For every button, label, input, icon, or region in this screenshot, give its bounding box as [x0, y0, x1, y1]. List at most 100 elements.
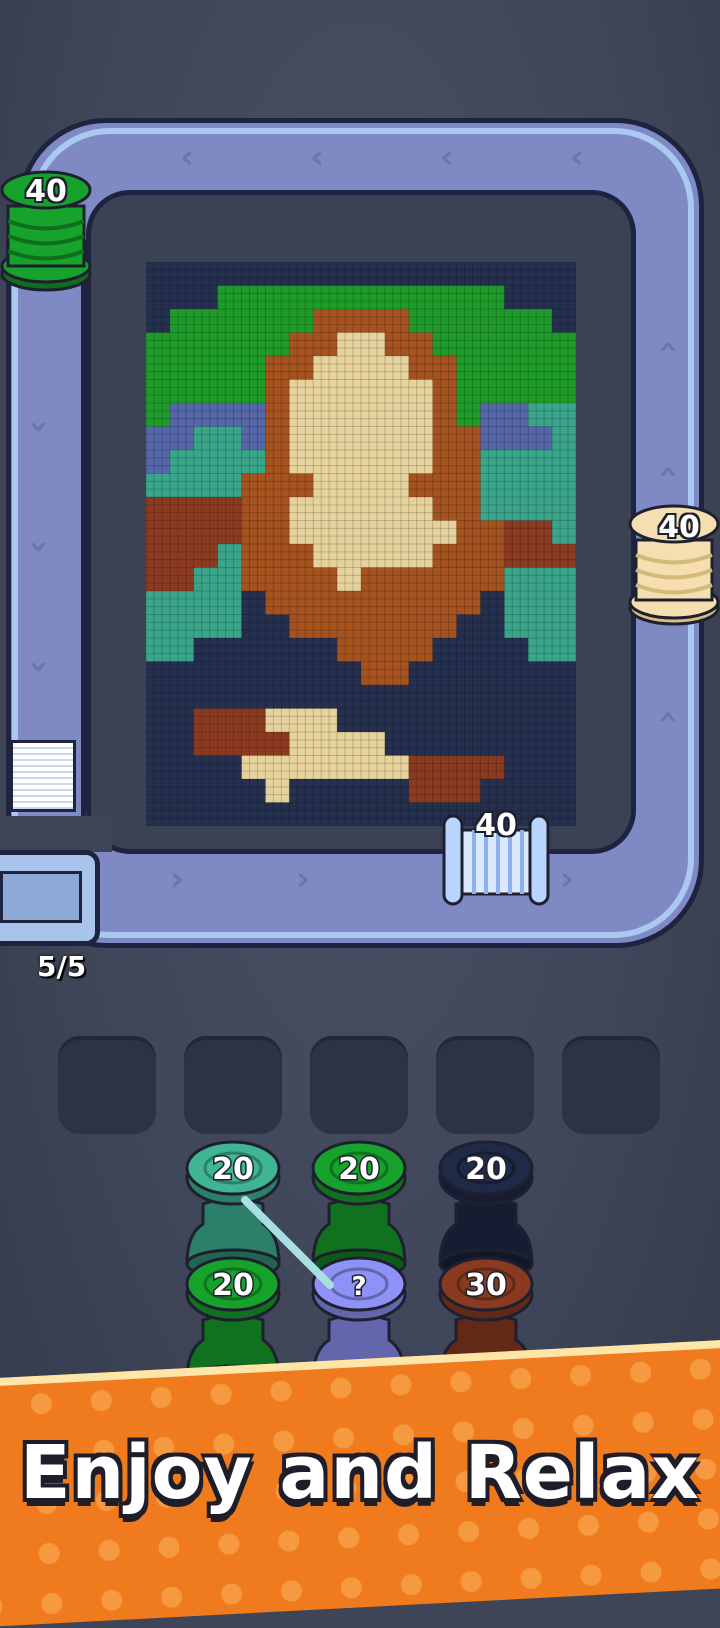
stitch-cell: [217, 309, 243, 333]
stitch-cell: [146, 520, 171, 545]
conveyor-spool[interactable]: 40: [628, 500, 720, 630]
chevron-left-icon: ‹: [310, 137, 325, 177]
stitch-cell: [146, 755, 171, 780]
stitch-cell: [384, 732, 410, 756]
stitch-cell: [552, 591, 576, 615]
stitch-cell: [504, 473, 529, 498]
stitch-cell: [384, 685, 410, 709]
stitch-cell: [528, 497, 553, 521]
stitch-cell: [146, 567, 171, 592]
spool-count: 40: [475, 808, 517, 843]
stitch-cell: [146, 614, 171, 639]
stitch-cell: [480, 262, 505, 286]
stitch-cell: [528, 450, 553, 474]
stitch-cell: [384, 544, 410, 568]
stitch-cell: [337, 473, 362, 498]
stitch-cell: [480, 755, 505, 780]
stitch-cell: [432, 755, 458, 780]
stitch-cell: [265, 379, 290, 404]
stitch-cell: [432, 614, 458, 639]
stitch-cell: [456, 732, 481, 756]
stitch-cell: [241, 520, 266, 545]
stitch-cell: [146, 638, 171, 662]
stitch-cell: [480, 779, 505, 803]
empty-spool-stack: [10, 740, 76, 812]
stitch-cell: [289, 755, 314, 780]
stitch-cell: [456, 661, 481, 686]
stitch-cell: [408, 661, 434, 686]
stitch-cell: [313, 379, 338, 404]
stitch-cell: [456, 614, 481, 639]
stitch-cell: [480, 685, 505, 709]
stitch-cell: [408, 262, 434, 286]
stitch-cell: [337, 591, 362, 615]
conveyor-spool[interactable]: 40: [0, 166, 92, 296]
stitch-cell: [169, 426, 195, 451]
stitch-cell: [384, 567, 410, 592]
stitch-cell: [337, 332, 362, 357]
stitch-picture: [146, 262, 576, 826]
stitch-cell: [241, 426, 266, 451]
stitch-cell: [432, 403, 458, 427]
conveyor-spool[interactable]: 40: [440, 808, 552, 908]
stitch-cell: [552, 685, 576, 709]
stitch-cell: [313, 661, 338, 686]
stitch-cell: [361, 802, 386, 826]
stitch-cell: [552, 332, 576, 357]
stitch-cell: [480, 567, 505, 592]
spool-count: 40: [658, 510, 700, 545]
stitch-cell: [432, 426, 458, 451]
stitch-cell: [480, 473, 505, 498]
stitch-cell: [193, 450, 219, 474]
stitch-cell: [480, 591, 505, 615]
stitch-cell: [408, 708, 434, 733]
stitch-cell: [193, 403, 219, 427]
stitch-cell: [552, 779, 576, 803]
stitch-cell: [313, 403, 338, 427]
stitch-cell: [504, 732, 529, 756]
spool-dock[interactable]: [0, 850, 100, 946]
stitch-cell: [456, 544, 481, 568]
stitch-cell: [313, 638, 338, 662]
stitch-cell: [408, 332, 434, 357]
chevron-right-icon: ›: [170, 859, 185, 899]
grid-spool-count: 20: [212, 1268, 254, 1303]
stitch-cell: [408, 285, 434, 310]
stitch-cell: [432, 661, 458, 686]
stitch-cell: [265, 332, 290, 357]
stitch-cell: [408, 638, 434, 662]
stitch-cell: [313, 755, 338, 780]
stitch-cell: [146, 732, 171, 756]
stitch-cell: [217, 356, 243, 380]
chevron-down-icon: ‹: [17, 539, 58, 555]
stitch-cell: [337, 497, 362, 521]
stitch-cell: [193, 638, 219, 662]
stitch-cell: [193, 732, 219, 756]
stitch-cell: [217, 708, 243, 733]
stitch-cell: [265, 802, 290, 826]
stitch-cell: [408, 779, 434, 803]
stitch-cell: [241, 638, 266, 662]
stitch-cell: [289, 779, 314, 803]
stitch-cell: [432, 567, 458, 592]
stitch-cell: [241, 755, 266, 780]
stitch-cell: [289, 426, 314, 451]
stitch-cell: [289, 450, 314, 474]
stitch-cell: [528, 685, 553, 709]
stitch-cell: [552, 755, 576, 780]
stitch-cell: [313, 802, 338, 826]
stitch-cell: [432, 591, 458, 615]
stitch-cell: [337, 450, 362, 474]
stitch-cell: [480, 309, 505, 333]
chevron-left-icon: ‹: [570, 137, 585, 177]
stitch-cell: [193, 661, 219, 686]
stitch-cell: [241, 544, 266, 568]
stitch-cell: [384, 591, 410, 615]
stitch-cell: [146, 661, 171, 686]
stitch-cell: [384, 520, 410, 545]
chevron-right-icon: ›: [296, 859, 311, 899]
stitch-cell: [241, 309, 266, 333]
stitch-cell: [241, 591, 266, 615]
stitch-cell: [217, 497, 243, 521]
stitch-cell: [480, 379, 505, 404]
